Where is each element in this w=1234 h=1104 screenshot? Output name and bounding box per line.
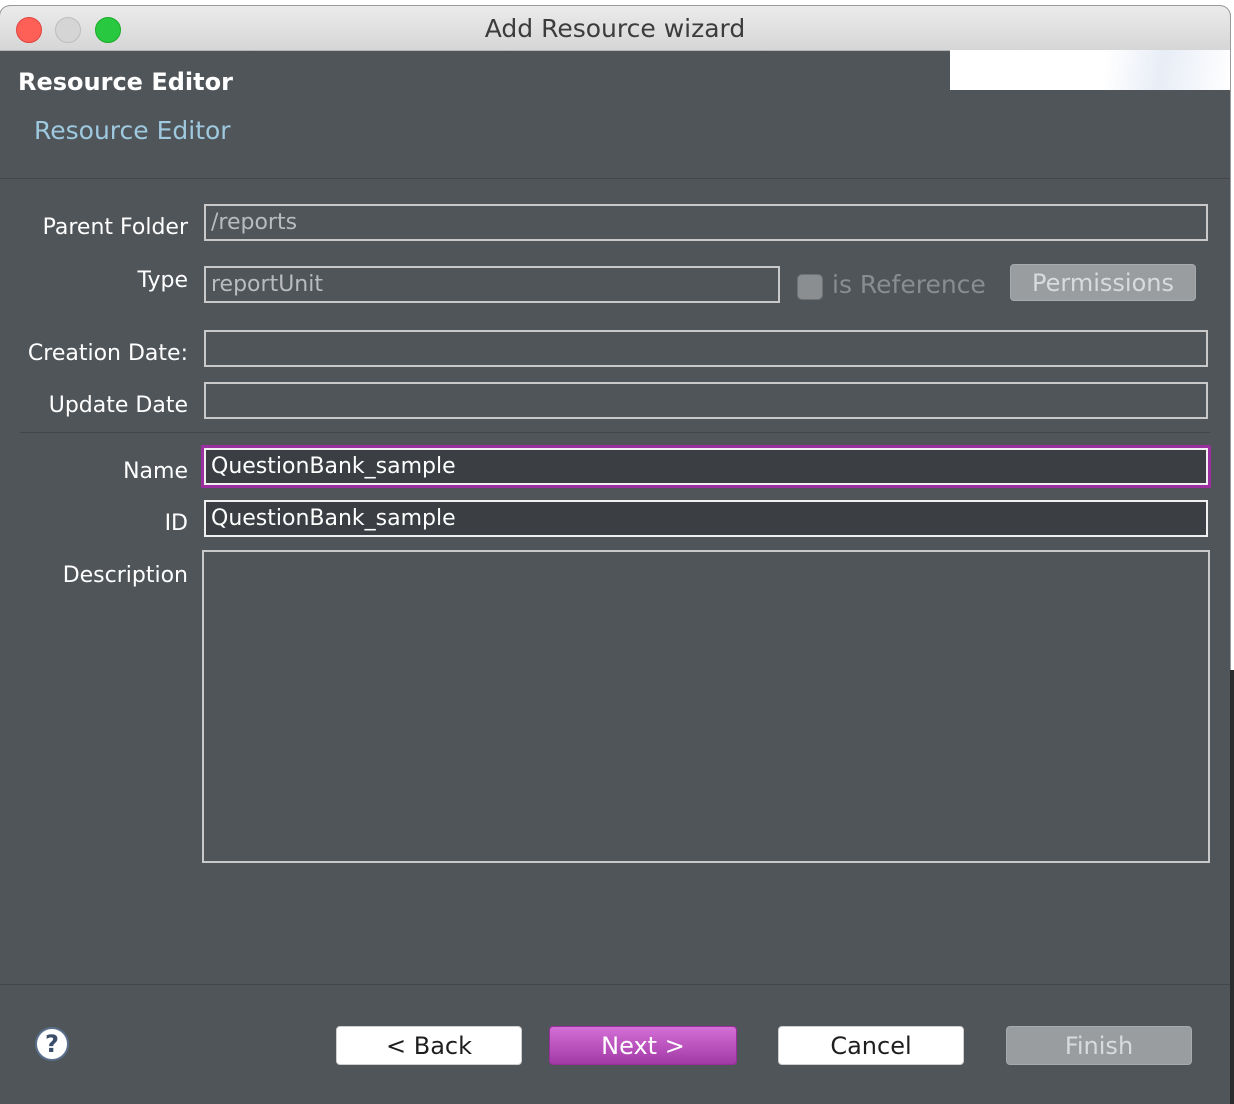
footer-divider xyxy=(0,984,1230,985)
cancel-button[interactable]: Cancel xyxy=(778,1026,964,1065)
description-label: Description xyxy=(62,563,188,588)
next-button[interactable]: Next > xyxy=(549,1026,737,1065)
back-button[interactable]: < Back xyxy=(336,1026,522,1065)
help-icon[interactable]: ? xyxy=(35,1027,69,1061)
is-reference-checkbox[interactable] xyxy=(797,274,823,300)
parent-folder-label: Parent Folder xyxy=(42,215,188,240)
window-title: Add Resource wizard xyxy=(484,14,746,43)
wizard-window: Add Resource wizard Resource Editor Reso… xyxy=(0,6,1230,1104)
permissions-button[interactable]: Permissions xyxy=(1010,264,1196,301)
creation-date-field[interactable] xyxy=(204,330,1208,367)
name-field[interactable] xyxy=(204,448,1208,485)
update-date-field[interactable] xyxy=(204,382,1208,419)
page-title: Resource Editor xyxy=(18,68,233,96)
title-bar[interactable]: Add Resource wizard xyxy=(0,6,1230,51)
header-divider xyxy=(0,178,1230,179)
id-label: ID xyxy=(164,511,188,536)
parent-folder-field[interactable] xyxy=(204,204,1208,241)
creation-date-label: Creation Date: xyxy=(27,341,188,366)
header-banner-image xyxy=(950,50,1230,90)
name-label: Name xyxy=(123,459,188,484)
page-subtitle: Resource Editor xyxy=(34,116,231,145)
finish-button[interactable]: Finish xyxy=(1006,1026,1192,1065)
id-field[interactable] xyxy=(204,500,1208,537)
is-reference-label: is Reference xyxy=(832,270,986,299)
type-field[interactable] xyxy=(204,266,780,303)
description-textarea[interactable] xyxy=(202,550,1210,863)
background-window-edge xyxy=(1230,670,1234,1104)
form-divider xyxy=(20,432,1210,433)
update-date-label: Update Date xyxy=(48,393,188,418)
type-label: Type xyxy=(137,268,188,293)
